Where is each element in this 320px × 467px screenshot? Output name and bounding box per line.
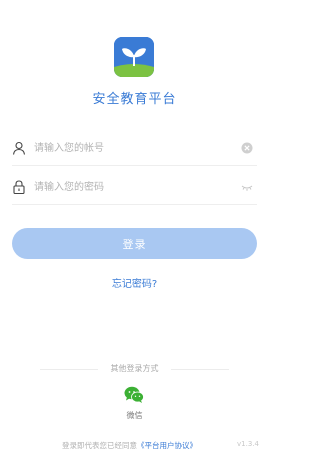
login-button[interactable]: 登录 <box>12 228 257 259</box>
forgot-password-link[interactable]: 忘记密码? <box>0 275 269 290</box>
agreement-text: 登录即代表您已经同意《平台用户协议》 <box>62 440 197 451</box>
wechat-icon[interactable] <box>124 386 144 404</box>
version-label: v1.3.4 <box>237 440 259 448</box>
wechat-label: 微信 <box>126 411 143 420</box>
agreement-prefix: 登录即代表您已经同意 <box>62 441 137 450</box>
app-title: 安全教育平台 <box>92 92 177 107</box>
sprout-icon <box>114 37 154 77</box>
eye-closed-icon[interactable] <box>241 181 253 193</box>
password-field <box>12 171 257 205</box>
password-input[interactable] <box>34 177 229 197</box>
lock-icon <box>13 180 25 194</box>
user-agreement-link[interactable]: 《平台用户协议》 <box>137 441 197 450</box>
clear-icon[interactable] <box>241 142 253 154</box>
account-field <box>12 132 257 166</box>
app-logo <box>114 37 154 77</box>
other-login-divider: 其他登录方式 <box>40 363 229 375</box>
account-input[interactable] <box>34 138 229 158</box>
user-icon <box>12 141 26 155</box>
divider-line-right <box>171 369 229 370</box>
